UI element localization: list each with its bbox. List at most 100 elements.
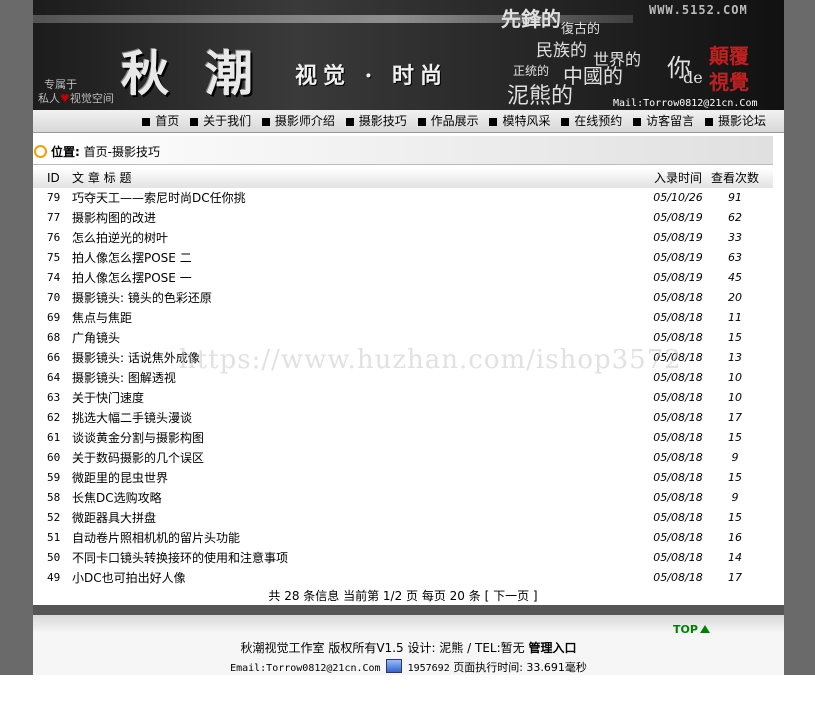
exec-time: 页面执行时间: 33.691毫秒 <box>453 661 587 674</box>
row-title-cell: 怎么拍逆光的树叶 <box>72 228 168 248</box>
top-label: TOP <box>673 623 698 636</box>
row-views: 17 <box>728 411 742 424</box>
visit-counter: 1957692 <box>407 663 450 674</box>
row-date: 05/08/18 <box>653 491 703 504</box>
nav-item-guestbook[interactable]: 访客留言 <box>646 114 694 128</box>
header-date: 入录时间 <box>653 171 702 185</box>
row-title-cell: 关于快门速度 <box>72 388 144 408</box>
logo-char-1: 秋 <box>121 46 172 102</box>
article-link[interactable]: 微距里的昆虫世界 <box>72 471 168 485</box>
copyright-line: 秋潮视觉工作室 版权所有V1.5 设计: 泥熊 / TEL:暂无 管理入口 <box>33 639 784 656</box>
poem-word-5: 正统的 <box>513 64 550 78</box>
row-title-cell: 长焦DC选购攻略 <box>72 488 162 508</box>
breadcrumb: 位置: 首页-摄影技巧 <box>51 143 160 160</box>
row-date: 05/08/18 <box>653 511 703 524</box>
location-path: 首页-摄影技巧 <box>83 145 160 159</box>
row-views: 45 <box>728 271 742 284</box>
article-link[interactable]: 巧夺天工——索尼时尚DC任你挑 <box>72 191 246 205</box>
row-date: 05/08/18 <box>653 551 703 564</box>
row-views: 14 <box>728 551 742 564</box>
nav-item-models[interactable]: 模特风采 <box>502 114 550 128</box>
nav-bullet-icon <box>561 117 570 126</box>
logo-char-2: 潮 <box>205 46 256 102</box>
row-views: 9 <box>731 451 739 464</box>
row-views: 10 <box>728 371 742 384</box>
footer-email: Email:Torrow0812@21cn.Com <box>230 663 381 674</box>
table-row: 61 谈谈黄金分割与摄影构图 05/08/18 15 <box>33 428 773 448</box>
nav-item-home[interactable]: 首页 <box>155 114 179 128</box>
article-link[interactable]: 小DC也可拍出好人像 <box>72 571 186 585</box>
article-link[interactable]: 摄影构图的改进 <box>72 211 156 225</box>
red-word-2: 視覺 <box>709 70 749 94</box>
row-views: 91 <box>728 191 742 204</box>
slogan-heart-icon: ♥ <box>60 92 70 105</box>
row-views: 63 <box>728 251 742 264</box>
article-link[interactable]: 拍人像怎么摆POSE 二 <box>72 251 192 265</box>
counter-icon <box>386 659 403 673</box>
table-row: 69 焦点与焦距 05/08/18 11 <box>33 308 773 328</box>
next-page-link[interactable]: 下一页 <box>493 589 529 603</box>
row-date: 05/08/18 <box>653 411 703 424</box>
pager-info: 共 28 条信息 当前第 1/2 页 每页 20 条 [ <box>268 589 494 603</box>
table-row: 51 自动卷片照相机机的留片头功能 05/08/18 16 <box>33 528 773 548</box>
row-date: 05/08/18 <box>653 431 703 444</box>
row-date: 05/10/26 <box>653 191 703 204</box>
table-row: 63 关于快门速度 05/08/18 10 <box>33 388 773 408</box>
row-views: 15 <box>728 331 742 344</box>
article-link[interactable]: 微距器具大拼盘 <box>72 511 156 525</box>
article-link[interactable]: 怎么拍逆光的树叶 <box>72 231 168 245</box>
nav-item-booking[interactable]: 在线预约 <box>574 114 622 128</box>
article-link[interactable]: 不同卡口镜头转换接环的使用和注意事项 <box>72 551 288 565</box>
nav-item-forum[interactable]: 摄影论坛 <box>718 114 766 128</box>
nav-item-about[interactable]: 关于我们 <box>203 114 251 128</box>
row-title-cell: 拍人像怎么摆POSE 一 <box>72 268 192 288</box>
location-label: 位置: <box>51 145 80 159</box>
nav-item-techniques[interactable]: 摄影技巧 <box>359 114 407 128</box>
row-title-cell: 谈谈黄金分割与摄影构图 <box>72 428 204 448</box>
nav-bullet-icon <box>142 117 151 126</box>
article-link[interactable]: 摄影镜头: 图解透视 <box>72 371 176 385</box>
row-date: 05/08/18 <box>653 531 703 544</box>
article-link[interactable]: 挑选大幅二手镜头漫谈 <box>72 411 192 425</box>
pager-close: ] <box>529 589 538 603</box>
row-title-cell: 不同卡口镜头转换接环的使用和注意事项 <box>72 548 288 568</box>
admin-link[interactable]: 管理入口 <box>528 641 576 655</box>
pagination: 共 28 条信息 当前第 1/2 页 每页 20 条 [ 下一页 ] <box>33 587 773 605</box>
logo-subtitle: 视觉 · 时尚 <box>295 63 448 89</box>
row-views: 20 <box>728 291 742 304</box>
row-views: 10 <box>728 391 742 404</box>
row-views: 9 <box>731 491 739 504</box>
main-nav: 首页 关于我们 摄影师介绍 摄影技巧 作品展示 模特风采 在线预约 访客留言 摄… <box>33 110 784 133</box>
top-link[interactable]: TOP <box>673 623 710 636</box>
nav-bullet-icon <box>633 117 642 126</box>
row-views: 16 <box>728 531 742 544</box>
article-link[interactable]: 关于数码摄影的几个误区 <box>72 451 204 465</box>
nav-item-photographers[interactable]: 摄影师介绍 <box>275 114 335 128</box>
table-row: 50 不同卡口镜头转换接环的使用和注意事项 05/08/18 14 <box>33 548 773 568</box>
row-title-cell: 摄影构图的改进 <box>72 208 156 228</box>
article-link[interactable]: 广角镜头 <box>72 331 120 345</box>
article-link[interactable]: 长焦DC选购攻略 <box>72 491 162 505</box>
row-views: 15 <box>728 471 742 484</box>
table-row: 77 摄影构图的改进 05/08/19 62 <box>33 208 773 228</box>
article-link[interactable]: 焦点与焦距 <box>72 311 132 325</box>
row-title-cell: 摄影镜头: 镜头的色彩还原 <box>72 288 212 308</box>
slogan: 专属于 私人♥视觉空间 <box>38 78 114 106</box>
row-title-cell: 摄影镜头: 图解透视 <box>72 368 176 388</box>
poem-word-7: 泥熊的 <box>507 84 574 109</box>
row-date: 05/08/18 <box>653 451 703 464</box>
slogan-line-2a: 私人 <box>38 92 60 105</box>
row-views: 17 <box>728 571 742 584</box>
table-row: 59 微距里的昆虫世界 05/08/18 15 <box>33 468 773 488</box>
row-date: 05/08/19 <box>653 231 703 244</box>
article-link[interactable]: 自动卷片照相机机的留片头功能 <box>72 531 240 545</box>
nav-bullet-icon <box>261 117 270 126</box>
site-url: WWW.5152.COM <box>649 3 748 17</box>
header-title: 文 章 标 题 <box>72 171 132 185</box>
footer-separator <box>33 605 784 615</box>
article-link[interactable]: 拍人像怎么摆POSE 一 <box>72 271 192 285</box>
article-link[interactable]: 谈谈黄金分割与摄影构图 <box>72 431 204 445</box>
nav-item-works[interactable]: 作品展示 <box>431 114 479 128</box>
article-link[interactable]: 关于快门速度 <box>72 391 144 405</box>
article-link[interactable]: 摄影镜头: 镜头的色彩还原 <box>72 291 212 305</box>
